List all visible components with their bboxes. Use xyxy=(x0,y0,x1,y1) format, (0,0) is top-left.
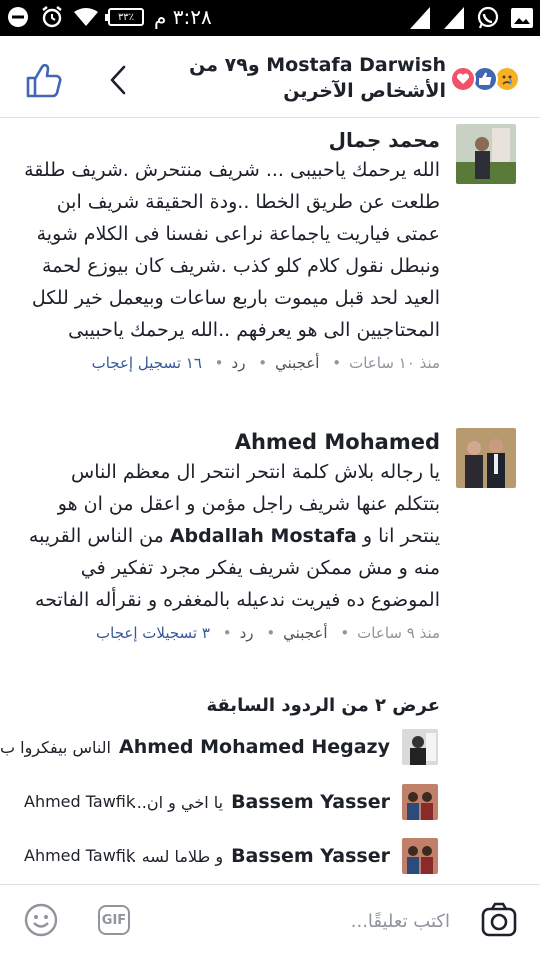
mention-link[interactable]: Abdallah Mostafa xyxy=(170,525,357,547)
reply-button[interactable]: رد xyxy=(232,354,246,372)
signal-icon-2 xyxy=(408,6,432,30)
reactors-line-1: Mostafa Darwish و٧٩ من xyxy=(189,54,446,76)
avatar[interactable] xyxy=(402,784,438,820)
reply-button[interactable]: رد xyxy=(240,624,254,642)
comment-composer: GIF xyxy=(0,884,540,960)
reply-snippet: و طلاما لسه ... xyxy=(121,847,224,866)
comment-author[interactable]: محمد جمال xyxy=(20,126,440,154)
reactors-summary[interactable]: Mostafa Darwish و٧٩ من الأشخاص الآخرين xyxy=(106,52,446,104)
avatar[interactable] xyxy=(402,838,438,874)
reply-author[interactable]: Bassem Yasser xyxy=(231,845,390,867)
like-icon[interactable] xyxy=(24,60,64,100)
comment-body: Ahmed Mohamed يا رجاله بلاش كلمة انتحر ا… xyxy=(20,428,440,644)
reply-author[interactable]: Bassem Yasser xyxy=(231,791,390,813)
reply-item[interactable]: Bassem Yasser و طلاما لسه ... Ahmed Tawfi… xyxy=(0,838,540,878)
separator-dot: • xyxy=(258,354,268,372)
reply-line: Bassem Yasser يا اخي و ان... xyxy=(132,784,390,821)
wifi-icon xyxy=(74,5,98,29)
separator-dot: • xyxy=(266,624,276,642)
comment-time: منذ ١٠ ساعات xyxy=(349,354,440,372)
reply-item[interactable]: Ahmed Mohamed Hegazy الناس بيفكروا ب... xyxy=(0,729,540,769)
avatar[interactable] xyxy=(456,124,516,184)
love-reaction-icon xyxy=(450,66,476,92)
likes-count[interactable]: ٣ تسجيلات إعجاب xyxy=(96,624,210,642)
reactors-line-2: الأشخاص الآخرين xyxy=(283,80,446,102)
reply-tag[interactable]: Ahmed Tawfik xyxy=(24,838,135,874)
comment-time: منذ ٩ ساعات xyxy=(357,624,440,642)
comment-body: محمد جمال الله يرحمك ياحبيبى ... شريف من… xyxy=(20,126,440,374)
camera-icon[interactable] xyxy=(480,901,518,939)
separator-dot: • xyxy=(214,354,224,372)
reactions-header: Mostafa Darwish و٧٩ من الأشخاص الآخرين xyxy=(0,36,540,118)
reply-item[interactable]: Bassem Yasser يا اخي و ان... Ahmed Tawfik xyxy=(0,784,540,824)
status-bar: ٣:٢٨ م ٪٣٣ xyxy=(0,0,540,36)
comment-text: يا رجاله بلاش كلمة انتحر انتحر ال معظم ا… xyxy=(20,456,440,616)
reply-snippet: الناس بيفكروا ب... xyxy=(0,738,111,757)
reply-snippet: يا اخي و ان... xyxy=(131,793,224,812)
gif-button[interactable]: GIF xyxy=(98,905,130,935)
comment-input[interactable] xyxy=(150,903,450,939)
whatsapp-icon xyxy=(476,6,500,30)
reply-line: Bassem Yasser و طلاما لسه ... xyxy=(121,838,390,875)
comment-actions: منذ ١٠ ساعات • أعجبني • رد • ١٦ تسجيل إعجاب xyxy=(20,352,440,374)
avatar[interactable] xyxy=(402,729,438,765)
battery-icon: ٪٣٣ xyxy=(105,8,144,26)
gallery-icon xyxy=(510,6,534,30)
view-previous-replies-link[interactable]: عرض ٢ من الردود السابقة xyxy=(206,695,440,716)
signal-icon-1 xyxy=(442,6,466,30)
comment-actions: منذ ٩ ساعات • أعجبني • رد • ٣ تسجيلات إعجاب xyxy=(20,622,440,644)
alarm-icon xyxy=(40,5,64,29)
avatar[interactable] xyxy=(456,428,516,488)
reaction-icons xyxy=(446,66,520,92)
reply-tag[interactable]: Ahmed Tawfik xyxy=(24,784,135,820)
status-left: ٣:٢٨ م ٪٣٣ xyxy=(6,5,212,29)
emoji-icon[interactable] xyxy=(24,903,58,937)
do-not-disturb-icon xyxy=(6,5,30,29)
clock: ٣:٢٨ م xyxy=(154,5,212,29)
separator-dot: • xyxy=(340,624,350,642)
comment: Ahmed Mohamed يا رجاله بلاش كلمة انتحر ا… xyxy=(0,428,540,678)
likes-count[interactable]: ١٦ تسجيل إعجاب xyxy=(92,354,202,372)
reply-author[interactable]: Ahmed Mohamed Hegazy xyxy=(119,736,390,758)
comment: محمد جمال الله يرحمك ياحبيبى ... شريف من… xyxy=(0,118,540,408)
like-button[interactable]: أعجبني xyxy=(283,624,327,642)
separator-dot: • xyxy=(332,354,342,372)
status-right xyxy=(408,6,534,30)
comments-list: محمد جمال الله يرحمك ياحبيبى ... شريف من… xyxy=(0,118,540,884)
like-button[interactable]: أعجبني xyxy=(275,354,319,372)
separator-dot: • xyxy=(222,624,232,642)
reply-line: Ahmed Mohamed Hegazy الناس بيفكروا ب... xyxy=(0,729,390,766)
comment-author[interactable]: Ahmed Mohamed xyxy=(20,428,440,456)
comment-text: الله يرحمك ياحبيبى ... شريف منتحرش .شريف… xyxy=(24,159,440,341)
